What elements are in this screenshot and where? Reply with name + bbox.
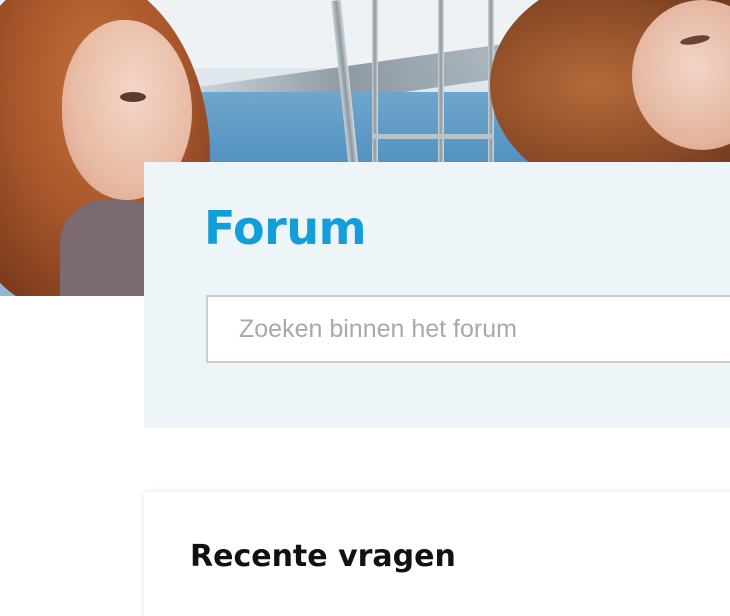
- recent-questions-heading: Recente vragen: [190, 539, 456, 574]
- recent-questions-card: Recente vragen: [144, 492, 730, 616]
- hero-pole: [372, 0, 378, 170]
- forum-header-panel: Forum: [144, 162, 730, 428]
- page-title: Forum: [204, 201, 367, 255]
- search-input[interactable]: [206, 295, 730, 363]
- hero-girl-eye: [120, 92, 146, 102]
- hero-rail: [372, 134, 494, 139]
- hero-pole: [438, 0, 444, 170]
- forum-page: Forum Recente vragen: [0, 0, 730, 616]
